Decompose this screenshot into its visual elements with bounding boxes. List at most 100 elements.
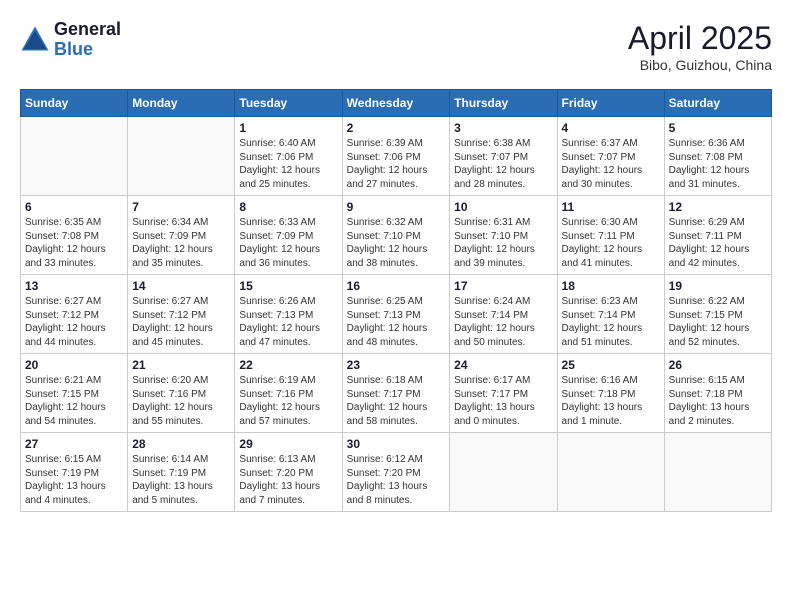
cell-content: Sunrise: 6:32 AM Sunset: 7:10 PM Dayligh… — [347, 216, 446, 270]
calendar-cell — [450, 433, 557, 512]
calendar-cell: 11 Sunrise: 6:30 AM Sunset: 7:11 PM Dayli… — [557, 196, 664, 275]
cell-content: Sunrise: 6:27 AM Sunset: 7:12 PM Dayligh… — [132, 295, 230, 349]
day-number: 9 — [347, 200, 446, 214]
cell-content: Sunrise: 6:30 AM Sunset: 7:11 PM Dayligh… — [562, 216, 660, 270]
calendar-cell: 16 Sunrise: 6:25 AM Sunset: 7:13 PM Dayli… — [342, 275, 450, 354]
day-number: 5 — [669, 121, 767, 135]
logo: General Blue — [20, 20, 121, 60]
weekday-header-saturday: Saturday — [664, 90, 771, 117]
calendar-cell — [664, 433, 771, 512]
day-number: 6 — [25, 200, 123, 214]
cell-content: Sunrise: 6:24 AM Sunset: 7:14 PM Dayligh… — [454, 295, 552, 349]
cell-content: Sunrise: 6:12 AM Sunset: 7:20 PM Dayligh… — [347, 453, 446, 507]
calendar-cell: 22 Sunrise: 6:19 AM Sunset: 7:16 PM Dayli… — [235, 354, 342, 433]
cell-content: Sunrise: 6:19 AM Sunset: 7:16 PM Dayligh… — [239, 374, 337, 428]
calendar-cell: 15Sunrise: 6:26 AM Sunset: 7:13 PM Dayli… — [235, 275, 342, 354]
calendar-cell: 19Sunrise: 6:22 AM Sunset: 7:15 PM Dayli… — [664, 275, 771, 354]
weekday-header-wednesday: Wednesday — [342, 90, 450, 117]
calendar-cell: 21Sunrise: 6:20 AM Sunset: 7:16 PM Dayli… — [128, 354, 235, 433]
calendar-cell: 1 Sunrise: 6:40 AM Sunset: 7:06 PM Daylig… — [235, 117, 342, 196]
title-block: April 2025 Bibo, Guizhou, China — [628, 20, 772, 73]
calendar-cell: 25 Sunrise: 6:16 AM Sunset: 7:18 PM Dayli… — [557, 354, 664, 433]
weekday-header-thursday: Thursday — [450, 90, 557, 117]
day-number: 25 — [562, 358, 660, 372]
calendar-cell: 27Sunrise: 6:15 AM Sunset: 7:19 PM Dayli… — [21, 433, 128, 512]
logo-icon — [20, 25, 50, 55]
day-number: 1 — [239, 121, 337, 135]
cell-content: Sunrise: 6:17 AM Sunset: 7:17 PM Dayligh… — [454, 374, 552, 428]
calendar-cell: 12Sunrise: 6:29 AM Sunset: 7:11 PM Dayli… — [664, 196, 771, 275]
cell-content: Sunrise: 6:39 AM Sunset: 7:06 PM Dayligh… — [347, 137, 446, 191]
day-number: 30 — [347, 437, 446, 451]
day-number: 26 — [669, 358, 767, 372]
calendar-cell: 20Sunrise: 6:21 AM Sunset: 7:15 PM Dayli… — [21, 354, 128, 433]
month-title: April 2025 — [628, 20, 772, 57]
calendar-cell: 17Sunrise: 6:24 AM Sunset: 7:14 PM Dayli… — [450, 275, 557, 354]
calendar-cell: 5 Sunrise: 6:36 AM Sunset: 7:08 PM Daylig… — [664, 117, 771, 196]
calendar-cell: 29 Sunrise: 6:13 AM Sunset: 7:20 PM Dayli… — [235, 433, 342, 512]
day-number: 7 — [132, 200, 230, 214]
calendar-cell — [128, 117, 235, 196]
cell-content: Sunrise: 6:16 AM Sunset: 7:18 PM Dayligh… — [562, 374, 660, 428]
page-header: General Blue April 2025 Bibo, Guizhou, C… — [20, 20, 772, 73]
calendar-cell: 2 Sunrise: 6:39 AM Sunset: 7:06 PM Daylig… — [342, 117, 450, 196]
cell-content: Sunrise: 6:25 AM Sunset: 7:13 PM Dayligh… — [347, 295, 446, 349]
cell-content: Sunrise: 6:40 AM Sunset: 7:06 PM Dayligh… — [239, 137, 337, 191]
cell-content: Sunrise: 6:36 AM Sunset: 7:08 PM Dayligh… — [669, 137, 767, 191]
day-number: 28 — [132, 437, 230, 451]
weekday-header-row: SundayMondayTuesdayWednesdayThursdayFrid… — [21, 90, 772, 117]
day-number: 22 — [239, 358, 337, 372]
calendar-week-3: 13 Sunrise: 6:27 AM Sunset: 7:12 PM Dayli… — [21, 275, 772, 354]
day-number: 13 — [25, 279, 123, 293]
day-number: 14 — [132, 279, 230, 293]
cell-content: Sunrise: 6:21 AM Sunset: 7:15 PM Dayligh… — [25, 374, 123, 428]
calendar-cell: 18 Sunrise: 6:23 AM Sunset: 7:14 PM Dayli… — [557, 275, 664, 354]
calendar: SundayMondayTuesdayWednesdayThursdayFrid… — [20, 89, 772, 512]
day-number: 18 — [562, 279, 660, 293]
cell-content: Sunrise: 6:18 AM Sunset: 7:17 PM Dayligh… — [347, 374, 446, 428]
cell-content: Sunrise: 6:22 AM Sunset: 7:15 PM Dayligh… — [669, 295, 767, 349]
day-number: 24 — [454, 358, 552, 372]
cell-content: Sunrise: 6:33 AM Sunset: 7:09 PM Dayligh… — [239, 216, 337, 270]
cell-content: Sunrise: 6:38 AM Sunset: 7:07 PM Dayligh… — [454, 137, 552, 191]
calendar-cell — [557, 433, 664, 512]
cell-content: Sunrise: 6:23 AM Sunset: 7:14 PM Dayligh… — [562, 295, 660, 349]
cell-content: Sunrise: 6:13 AM Sunset: 7:20 PM Dayligh… — [239, 453, 337, 507]
calendar-week-2: 6 Sunrise: 6:35 AM Sunset: 7:08 PM Daylig… — [21, 196, 772, 275]
logo-general: General — [54, 20, 121, 40]
calendar-cell: 23 Sunrise: 6:18 AM Sunset: 7:17 PM Dayli… — [342, 354, 450, 433]
day-number: 11 — [562, 200, 660, 214]
calendar-cell: 6 Sunrise: 6:35 AM Sunset: 7:08 PM Daylig… — [21, 196, 128, 275]
weekday-header-tuesday: Tuesday — [235, 90, 342, 117]
calendar-cell — [21, 117, 128, 196]
cell-content: Sunrise: 6:15 AM Sunset: 7:18 PM Dayligh… — [669, 374, 767, 428]
calendar-cell: 3Sunrise: 6:38 AM Sunset: 7:07 PM Daylig… — [450, 117, 557, 196]
day-number: 23 — [347, 358, 446, 372]
cell-content: Sunrise: 6:14 AM Sunset: 7:19 PM Dayligh… — [132, 453, 230, 507]
day-number: 12 — [669, 200, 767, 214]
day-number: 10 — [454, 200, 552, 214]
calendar-cell: 7 Sunrise: 6:34 AM Sunset: 7:09 PM Daylig… — [128, 196, 235, 275]
cell-content: Sunrise: 6:15 AM Sunset: 7:19 PM Dayligh… — [25, 453, 123, 507]
calendar-cell: 4Sunrise: 6:37 AM Sunset: 7:07 PM Daylig… — [557, 117, 664, 196]
calendar-week-1: 1 Sunrise: 6:40 AM Sunset: 7:06 PM Daylig… — [21, 117, 772, 196]
calendar-cell: 24 Sunrise: 6:17 AM Sunset: 7:17 PM Dayli… — [450, 354, 557, 433]
day-number: 29 — [239, 437, 337, 451]
cell-content: Sunrise: 6:35 AM Sunset: 7:08 PM Dayligh… — [25, 216, 123, 270]
calendar-week-4: 20Sunrise: 6:21 AM Sunset: 7:15 PM Dayli… — [21, 354, 772, 433]
calendar-cell: 13Sunrise: 6:27 AM Sunset: 7:12 PM Dayli… — [21, 275, 128, 354]
cell-content: Sunrise: 6:34 AM Sunset: 7:09 PM Dayligh… — [132, 216, 230, 270]
location: Bibo, Guizhou, China — [628, 57, 772, 73]
calendar-cell: 28 Sunrise: 6:14 AM Sunset: 7:19 PM Dayli… — [128, 433, 235, 512]
day-number: 8 — [239, 200, 337, 214]
weekday-header-friday: Friday — [557, 90, 664, 117]
calendar-cell: 8 Sunrise: 6:33 AM Sunset: 7:09 PM Daylig… — [235, 196, 342, 275]
day-number: 21 — [132, 358, 230, 372]
calendar-week-5: 27Sunrise: 6:15 AM Sunset: 7:19 PM Dayli… — [21, 433, 772, 512]
calendar-cell: 10Sunrise: 6:31 AM Sunset: 7:10 PM Dayli… — [450, 196, 557, 275]
day-number: 2 — [347, 121, 446, 135]
logo-blue: Blue — [54, 40, 121, 60]
day-number: 16 — [347, 279, 446, 293]
weekday-header-sunday: Sunday — [21, 90, 128, 117]
weekday-header-monday: Monday — [128, 90, 235, 117]
